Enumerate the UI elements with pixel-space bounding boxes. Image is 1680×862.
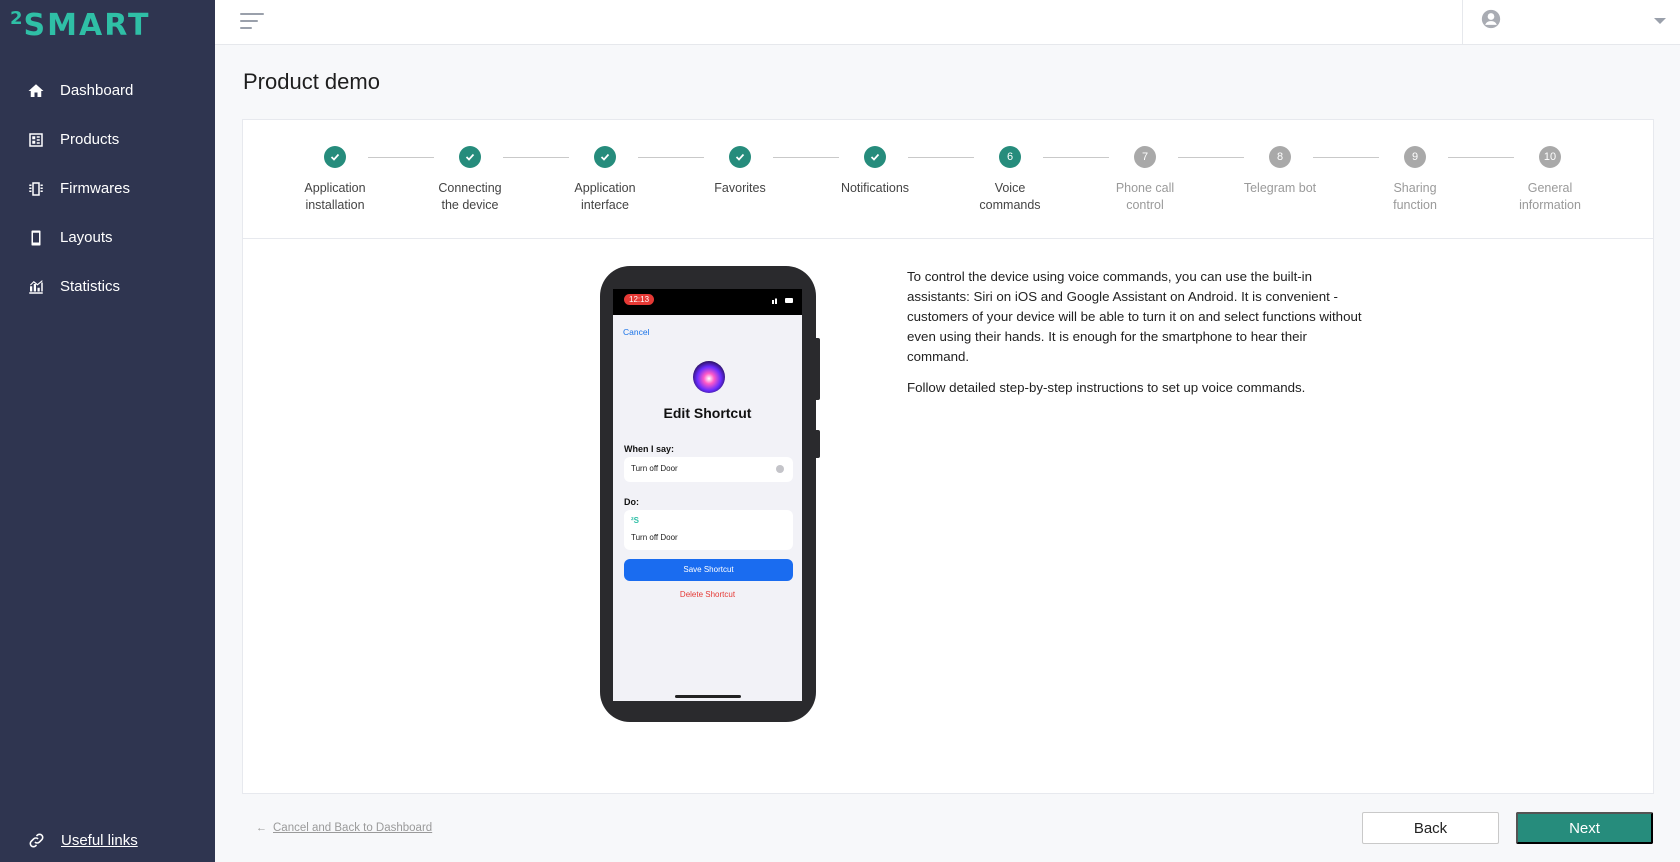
- step-label: Sharing function: [1393, 181, 1437, 212]
- cancel-back-label: Cancel and Back to Dashboard: [273, 822, 433, 834]
- logo[interactable]: 2 SMART: [10, 8, 150, 44]
- chevron-down-icon[interactable]: [1654, 18, 1666, 24]
- app-logo-icon: ²S: [631, 516, 639, 525]
- phone-save-button: Save Shortcut: [624, 559, 793, 581]
- sidebar-item-label: Layouts: [60, 229, 113, 246]
- step-10: 10 General information: [1485, 146, 1615, 214]
- step-label: Notifications: [840, 181, 910, 195]
- phone-time: 12:13: [624, 294, 655, 305]
- cancel-back-link[interactable]: ← Cancel and Back to Dashboard: [256, 822, 432, 834]
- step-label: Voice commands: [979, 181, 1041, 212]
- step-label: General information: [1519, 181, 1581, 212]
- clear-icon: [776, 465, 784, 473]
- step-5: Notifications: [810, 146, 940, 197]
- user-icon: [1481, 9, 1501, 29]
- sidebar-item-layouts[interactable]: Layouts: [0, 213, 215, 262]
- link-icon: [29, 833, 44, 848]
- step-3: Application interface: [540, 146, 670, 214]
- page-title: Product demo: [243, 69, 380, 94]
- home-indicator: [675, 695, 741, 698]
- step-number: 7: [1134, 146, 1156, 168]
- step-9: 9 Sharing function: [1350, 146, 1480, 214]
- sidebar-nav: Dashboard Products Firmwares Layouts Sta…: [0, 66, 215, 311]
- step-8: 8 Telegram bot: [1215, 146, 1345, 197]
- useful-links-label: Useful links: [61, 832, 138, 849]
- battery-icon: [772, 298, 793, 304]
- stepper: Application installation Connecting the de…: [243, 120, 1653, 239]
- description: To control the device using voice comman…: [907, 267, 1367, 409]
- phone-icon: [31, 230, 41, 245]
- logo-sup: 2: [10, 8, 24, 29]
- step-number: 8: [1269, 146, 1291, 168]
- description-paragraph: Follow detailed step-by-step instruction…: [907, 380, 1306, 395]
- step-7: 7 Phone call control: [1080, 146, 1210, 214]
- sidebar-item-products[interactable]: Products: [0, 115, 215, 164]
- step-check-icon: [594, 146, 616, 168]
- step-check-icon: [729, 146, 751, 168]
- phone-do-field: ²S Turn off Door: [624, 510, 793, 550]
- logo-text: SMART: [23, 8, 151, 43]
- useful-links[interactable]: Useful links: [27, 831, 138, 850]
- phone-cancel: Cancel: [623, 327, 650, 337]
- next-button[interactable]: Next: [1516, 812, 1653, 844]
- sidebar: 2 SMART Dashboard Products Firmwares Lay…: [0, 0, 215, 862]
- statistics-icon: [29, 279, 43, 294]
- step-number: 10: [1539, 146, 1561, 168]
- home-icon: [28, 83, 44, 97]
- step-6: 6 Voice commands: [945, 146, 1075, 214]
- sidebar-item-dashboard[interactable]: Dashboard: [0, 66, 215, 115]
- topbar: [215, 0, 1680, 45]
- step-label: Phone call control: [1115, 181, 1175, 212]
- user-menu[interactable]: [1462, 0, 1680, 45]
- step-label: Favorites: [714, 181, 766, 195]
- step-4: Favorites: [675, 146, 805, 197]
- products-icon: [29, 132, 43, 147]
- sidebar-item-firmwares[interactable]: Firmwares: [0, 164, 215, 213]
- sidebar-item-label: Statistics: [60, 278, 121, 295]
- phone-status-bar: 12:13: [613, 289, 802, 315]
- step-label: Connecting the device: [438, 181, 502, 212]
- step-number: 9: [1404, 146, 1426, 168]
- step-2: Connecting the device: [405, 146, 535, 214]
- phone-when-field: Turn off Door: [624, 457, 793, 482]
- phone-mockup: 12:13 Cancel Edit Shortcut When I say: T…: [600, 266, 820, 722]
- back-button[interactable]: Back: [1362, 812, 1499, 844]
- description-paragraph: To control the device using voice comman…: [907, 269, 1362, 364]
- sidebar-item-label: Firmwares: [60, 180, 130, 197]
- demo-card: Application installation Connecting the de…: [242, 119, 1654, 794]
- phone-delete-link: Delete Shortcut: [679, 590, 736, 599]
- phone-screen: 12:13 Cancel Edit Shortcut When I say: T…: [613, 289, 802, 701]
- phone-when-label: When I say:: [624, 444, 675, 454]
- siri-icon: [693, 361, 725, 393]
- step-1: Application installation: [270, 146, 400, 214]
- arrow-left-icon: ←: [256, 822, 267, 834]
- step-check-icon: [324, 146, 346, 168]
- step-label: Application interface: [574, 181, 636, 212]
- step-number: 6: [999, 146, 1021, 168]
- step-check-icon: [864, 146, 886, 168]
- firmware-icon: [29, 181, 43, 196]
- step-label: Application installation: [304, 181, 366, 212]
- step-label: Telegram bot: [1243, 181, 1317, 195]
- step-check-icon: [459, 146, 481, 168]
- sidebar-item-label: Products: [60, 131, 120, 148]
- phone-title: Edit Shortcut: [663, 405, 752, 421]
- phone-do-label: Do:: [624, 497, 639, 507]
- sidebar-item-label: Dashboard: [60, 82, 134, 99]
- menu-icon[interactable]: [240, 13, 264, 31]
- sidebar-item-statistics[interactable]: Statistics: [0, 262, 215, 311]
